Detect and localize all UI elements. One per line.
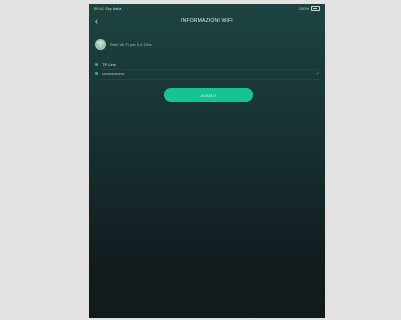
- ssid-field[interactable]: TP-Link: [95, 60, 321, 69]
- status-bar: 09:41 Sky Italia 100%: [89, 4, 325, 13]
- page-title: INFORMAZIONI WIFI: [181, 18, 233, 24]
- status-indicators: 100%: [299, 6, 320, 11]
- ssid-value: TP-Link: [102, 62, 116, 67]
- status-time-carrier: 09:41 Sky Italia: [94, 6, 122, 11]
- next-button[interactable]: AVANTI: [164, 88, 253, 102]
- password-divider: [101, 79, 319, 80]
- wifi-hint-text: Rete Wi-Fi per 2,4 GHz: [110, 41, 152, 47]
- password-field[interactable]: •••••••••••••••• ✓: [95, 69, 321, 78]
- password-value: ••••••••••••••••: [102, 71, 125, 76]
- wifi-hint: Rete Wi-Fi per 2,4 GHz: [95, 38, 152, 50]
- wifi-icon: [95, 38, 106, 50]
- password-field-marker: [95, 72, 98, 75]
- battery-percentage: 100%: [298, 6, 309, 11]
- show-password-icon[interactable]: ✓: [316, 71, 320, 77]
- battery-icon: [311, 6, 320, 11]
- nav-bar: ‹ INFORMAZIONI WIFI: [89, 13, 325, 29]
- app-screen: 09:41 Sky Italia 100% ‹ INFORMAZIONI WIF…: [89, 4, 325, 318]
- ssid-field-marker: [95, 63, 98, 66]
